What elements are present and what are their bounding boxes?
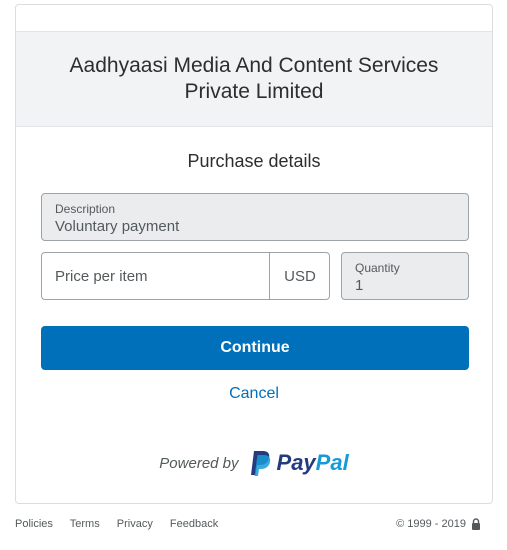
description-field: Description Voluntary payment xyxy=(41,193,469,241)
purchase-details-title: Purchase details xyxy=(187,151,321,171)
footer-links: Policies Terms Privacy Feedback xyxy=(15,518,232,530)
powered-by-paypal: Powered by PayPal xyxy=(16,449,492,477)
description-label: Description xyxy=(55,202,116,216)
merchant-header: Aadhyaasi Media And Content Services Pri… xyxy=(16,31,492,127)
footer-link-privacy[interactable]: Privacy xyxy=(117,518,153,530)
paypal-wordmark-pal: Pal xyxy=(315,450,349,475)
footer: Policies Terms Privacy Feedback © 1999 -… xyxy=(15,518,493,534)
footer-link-terms[interactable]: Terms xyxy=(70,518,100,530)
quantity-value: 1 xyxy=(355,277,364,294)
currency-label: USD xyxy=(284,268,316,285)
quantity-label: Quantity xyxy=(355,261,400,275)
paypal-wordmark: PayPal xyxy=(277,450,349,476)
footer-link-feedback[interactable]: Feedback xyxy=(170,518,218,530)
cancel-link[interactable]: Cancel xyxy=(16,385,492,403)
paypal-wordmark-pay: Pay xyxy=(276,450,316,475)
checkout-card: Aadhyaasi Media And Content Services Pri… xyxy=(15,4,493,504)
continue-button[interactable]: Continue xyxy=(41,326,469,370)
price-per-item-input[interactable]: Price per item USD xyxy=(41,252,330,300)
quantity-field: Quantity 1 xyxy=(341,252,469,300)
paypal-logo-icon xyxy=(250,451,270,476)
description-value: Voluntary payment xyxy=(55,218,180,235)
footer-link-policies[interactable]: Policies xyxy=(15,518,53,530)
lock-icon xyxy=(472,518,480,530)
copyright: © 1999 - 2019 xyxy=(396,518,481,530)
copyright-text: © 1999 - 2019 xyxy=(396,518,466,530)
powered-by-text: Powered by xyxy=(159,454,239,472)
merchant-name: Aadhyaasi Media And Content Services Pri… xyxy=(69,54,439,103)
price-placeholder: Price per item xyxy=(55,268,148,285)
